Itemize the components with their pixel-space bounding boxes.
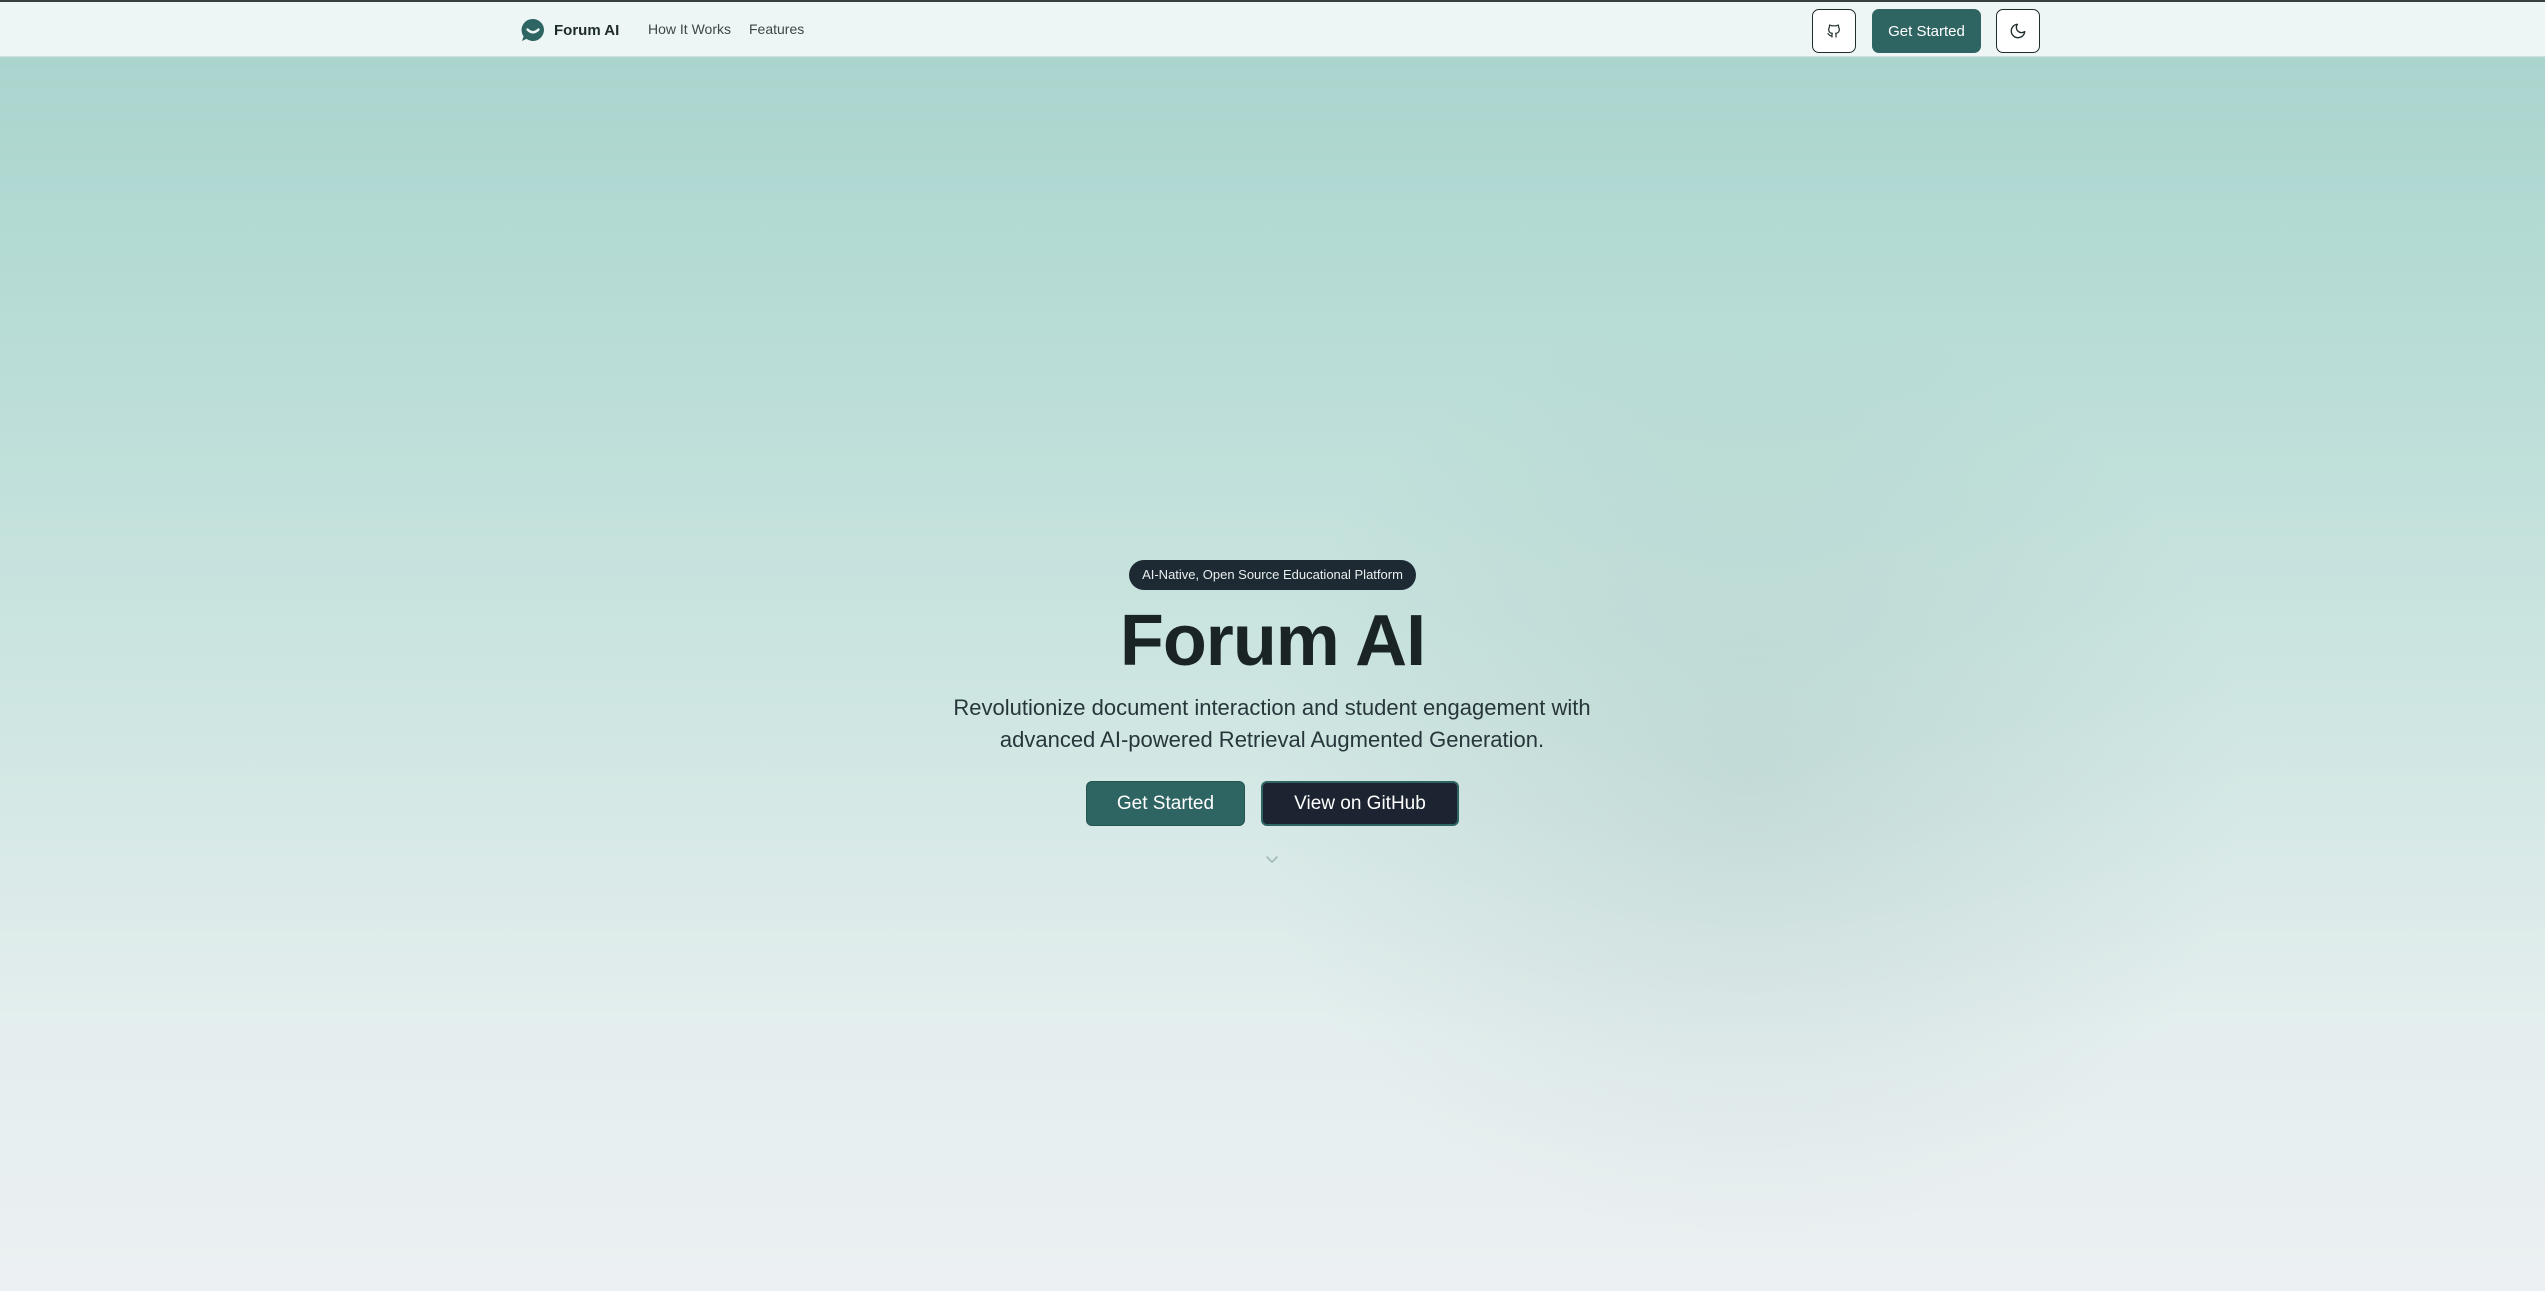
hero-subtitle: Revolutionize document interaction and s… — [922, 692, 1622, 756]
chevron-down-icon[interactable] — [1263, 854, 1281, 866]
nav-link-how-it-works[interactable]: How It Works — [648, 21, 731, 37]
hero-title: Forum AI — [1119, 601, 1426, 681]
chat-bubble-smile-icon — [521, 18, 544, 41]
nav-get-started-button[interactable]: Get Started — [1872, 9, 1981, 53]
brand-name: Forum AI — [554, 21, 620, 39]
view-on-github-button[interactable]: View on GitHub — [1261, 781, 1459, 826]
theme-toggle-button[interactable] — [1996, 9, 2040, 53]
hero-subtitle-line-2: advanced AI-powered Retrieval Augmented … — [999, 727, 1545, 752]
moon-icon — [2010, 23, 2026, 39]
nav-link-features[interactable]: Features — [749, 21, 804, 37]
github-icon — [1827, 24, 1840, 38]
hero-get-started-button[interactable]: Get Started — [1086, 781, 1245, 826]
github-button[interactable] — [1812, 9, 1856, 53]
platform-badge: AI-Native, Open Source Educational Platf… — [1129, 560, 1416, 590]
top-navbar: Forum AI How It Works Features Get Start… — [0, 0, 2545, 57]
brand-link[interactable]: Forum AI — [520, 17, 619, 43]
hero-subtitle-line-1: Revolutionize document interaction and s… — [953, 695, 1591, 720]
background-glow — [1250, 300, 2250, 1250]
